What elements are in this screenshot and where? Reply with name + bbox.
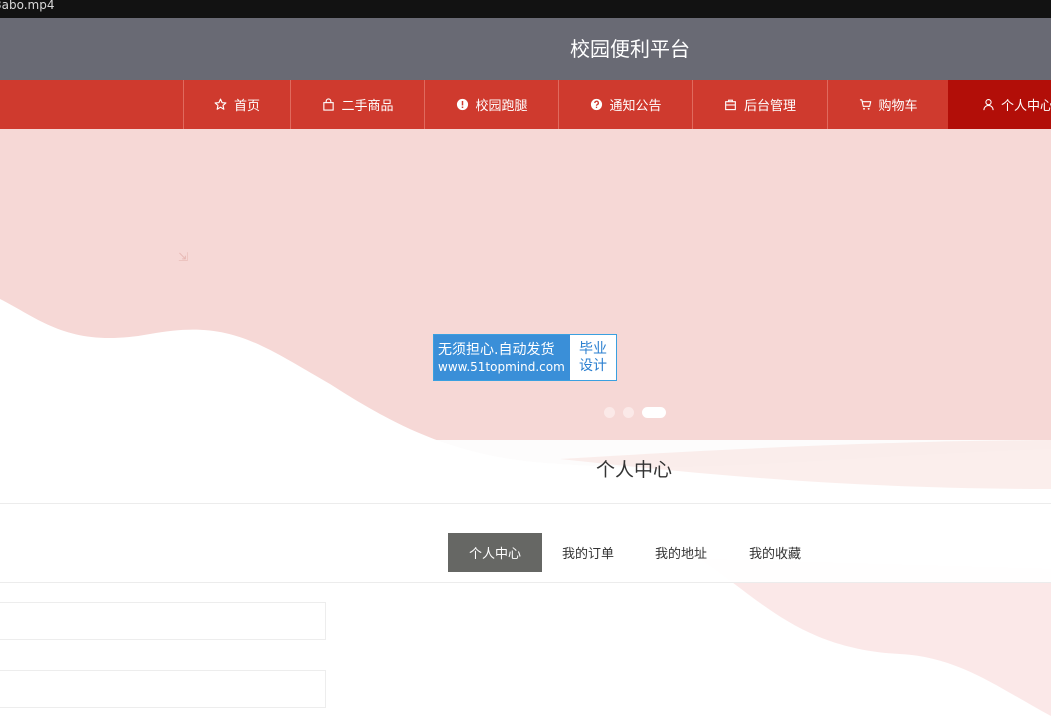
profile-input-2[interactable] bbox=[0, 671, 329, 709]
nav-item-admin[interactable]: 后台管理 bbox=[692, 80, 827, 129]
nav-item-label: 校园跑腿 bbox=[475, 99, 528, 114]
nav-item-profile[interactable]: 个人中心 bbox=[948, 80, 1051, 129]
carousel-indicators bbox=[604, 406, 666, 418]
nav-item-label: 通知公告 bbox=[609, 99, 662, 114]
watermark-badge-label: 毕业 设计 bbox=[570, 335, 616, 380]
carousel-dot[interactable] bbox=[604, 406, 615, 418]
question-circle-icon bbox=[589, 98, 603, 112]
carousel-dot[interactable] bbox=[623, 406, 634, 418]
nav-item-errands[interactable]: 校园跑腿 bbox=[424, 80, 558, 129]
nav-item-secondhand[interactable]: 二手商品 bbox=[290, 80, 424, 129]
site-header: 校园便利平台 bbox=[0, 18, 1051, 80]
window-title: 3abo.mp4 bbox=[0, 0, 55, 12]
cursor-arrow-icon: ⇲ bbox=[178, 250, 189, 264]
watermark-slogan: 无须担心.自动发货 bbox=[438, 341, 555, 358]
watermark-badge-line1: 毕业 bbox=[579, 340, 607, 357]
nav-item-label: 二手商品 bbox=[341, 99, 394, 114]
cart-icon bbox=[858, 98, 872, 112]
star-icon bbox=[214, 98, 228, 112]
tab-addresses[interactable]: 我的地址 bbox=[634, 533, 728, 572]
main-nav: 首页 二手商品 校园跑腿 通知公告 后台管理 购物车 个人中心 bbox=[0, 80, 1051, 129]
alert-circle-icon bbox=[455, 98, 469, 112]
profile-tabs: 个人中心 我的订单 我的地址 我的收藏 bbox=[0, 503, 1051, 583]
window-titlebar: 3abo.mp4 bbox=[0, 0, 1051, 18]
watermark-badge: 无须担心.自动发货 www.51topmind.com 毕业 设计 bbox=[433, 334, 617, 381]
nav-item-home[interactable]: 首页 bbox=[183, 80, 290, 129]
page-title: 个人中心 bbox=[596, 459, 673, 481]
watermark-url: www.51topmind.com bbox=[438, 359, 565, 374]
watermark-text-block: 无须担心.自动发货 www.51topmind.com bbox=[434, 335, 570, 380]
site-title: 校园便利平台 bbox=[570, 37, 690, 61]
profile-input-1[interactable] bbox=[0, 603, 329, 641]
profile-field-2[interactable] bbox=[0, 670, 329, 709]
profile-field-1[interactable] bbox=[0, 602, 329, 641]
bag-icon bbox=[321, 98, 335, 112]
tab-favorites[interactable]: 我的收藏 bbox=[728, 533, 822, 572]
watermark-badge-line2: 设计 bbox=[579, 357, 607, 374]
nav-item-label: 购物车 bbox=[878, 99, 918, 114]
tab-profile[interactable]: 个人中心 bbox=[448, 533, 542, 572]
nav-item-label: 后台管理 bbox=[743, 99, 796, 114]
nav-item-label: 个人中心 bbox=[1001, 99, 1051, 114]
nav-item-notices[interactable]: 通知公告 bbox=[558, 80, 692, 129]
user-icon bbox=[982, 98, 995, 112]
briefcase-icon bbox=[724, 98, 738, 112]
tab-orders[interactable]: 我的订单 bbox=[542, 533, 634, 572]
nav-item-cart[interactable]: 购物车 bbox=[827, 80, 948, 129]
nav-item-label: 首页 bbox=[233, 99, 260, 114]
carousel-dot-active[interactable] bbox=[642, 406, 666, 418]
